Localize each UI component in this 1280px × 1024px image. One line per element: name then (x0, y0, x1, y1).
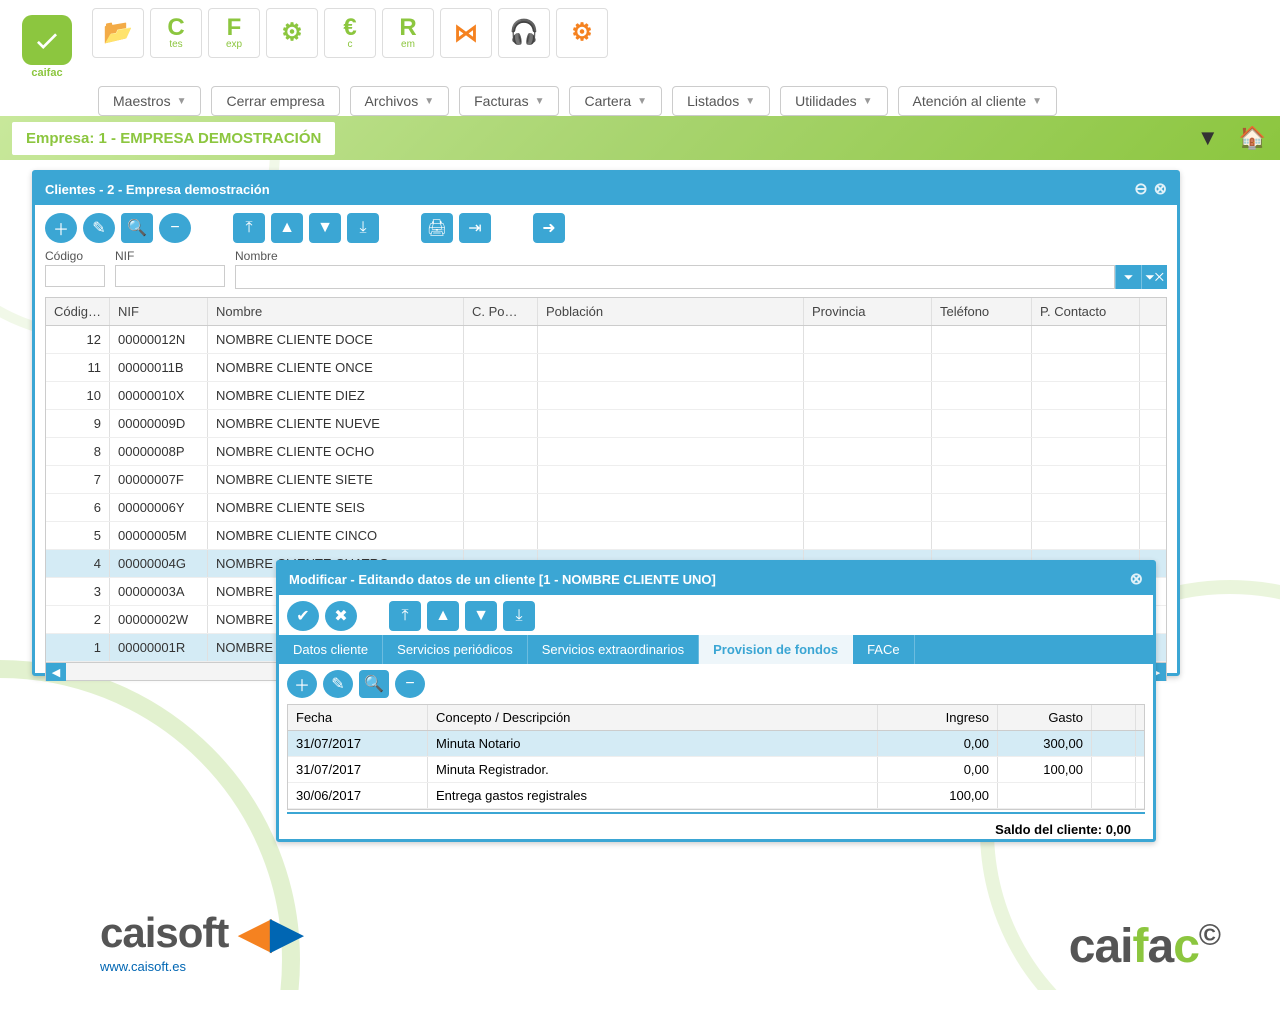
top-icon-7[interactable]: 🎧 (498, 8, 550, 58)
inner-table-row[interactable]: 30/06/2017Entrega gastos registrales100,… (288, 783, 1144, 809)
tab-servicios-extraordinarios[interactable]: Servicios extraordinarios (528, 635, 699, 664)
tab-datos-cliente[interactable]: Datos cliente (279, 635, 383, 664)
col-header[interactable]: Códig… (46, 298, 110, 325)
top-icon-2[interactable]: Fexp (208, 8, 260, 58)
top-icon-4[interactable]: €c (324, 8, 376, 58)
table-row[interactable]: 1000000010XNOMBRE CLIENTE DIEZ (46, 382, 1166, 410)
top-icon-1[interactable]: Ctes (150, 8, 202, 58)
menu-utilidades[interactable]: Utilidades▼ (780, 86, 887, 116)
window-title: Clientes - 2 - Empresa demostración (45, 182, 270, 197)
top-icon-6[interactable]: ⋈ (440, 8, 492, 58)
inner-col-header[interactable]: Fecha (288, 705, 428, 730)
codigo-input[interactable] (45, 265, 105, 287)
home-icon[interactable]: 🏠 (1239, 125, 1266, 151)
col-header[interactable]: P. Contacto (1032, 298, 1140, 325)
menu-cartera[interactable]: Cartera▼ (569, 86, 662, 116)
inner-col-header[interactable]: Gasto (998, 705, 1092, 730)
top-icon-0[interactable]: 📂 (92, 8, 144, 58)
search-button[interactable]: 🔍 (121, 213, 153, 243)
modal-search-button[interactable]: 🔍 (359, 670, 389, 698)
add-button[interactable]: ＋ (45, 213, 77, 243)
confirm-button[interactable]: ✔ (287, 601, 319, 631)
col-header[interactable]: Población (538, 298, 804, 325)
dropdown-icon[interactable]: ▼ (1197, 125, 1219, 151)
modal-last-button[interactable]: ⤓ (503, 601, 535, 631)
menu-cerrar-empresa[interactable]: Cerrar empresa (211, 86, 339, 116)
print-button[interactable]: 🖨 (421, 213, 453, 243)
last-button[interactable]: ⤓ (347, 213, 379, 243)
inner-col-header[interactable]: Concepto / Descripción (428, 705, 878, 730)
next-button[interactable]: ▼ (309, 213, 341, 243)
clear-filter-button[interactable]: ⏷✕ (1141, 265, 1167, 289)
edit-button[interactable]: ✎ (83, 213, 115, 243)
delete-button[interactable]: − (159, 213, 191, 243)
table-row[interactable]: 500000005MNOMBRE CLIENTE CINCO (46, 522, 1166, 550)
cancel-button[interactable]: ✖ (325, 601, 357, 631)
caisoft-logo: caisoft ◀▶ www.caisoft.es (100, 908, 302, 974)
table-row[interactable]: 700000007FNOMBRE CLIENTE SIETE (46, 466, 1166, 494)
col-header[interactable]: NIF (110, 298, 208, 325)
top-icon-8[interactable]: ⚙ (556, 8, 608, 58)
modal-first-button[interactable]: ⤒ (389, 601, 421, 631)
nombre-input[interactable] (235, 265, 1115, 289)
inner-table-row[interactable]: 31/07/2017Minuta Notario0,00300,00 (288, 731, 1144, 757)
tab-provision-de-fondos[interactable]: Provision de fondos (699, 635, 853, 664)
filter-button[interactable]: ⏷ (1115, 265, 1141, 289)
empresa-label: Empresa: 1 - EMPRESA DEMOSTRACIÓN (12, 122, 335, 155)
prev-button[interactable]: ▲ (271, 213, 303, 243)
modal-title: Modificar - Editando datos de un cliente… (289, 572, 716, 587)
export-excel-button[interactable]: ⇥ (459, 213, 491, 243)
app-logo: caifac (8, 8, 86, 86)
table-row[interactable]: 600000006YNOMBRE CLIENTE SEIS (46, 494, 1166, 522)
menu-atención-al-cliente[interactable]: Atención al cliente▼ (898, 86, 1058, 116)
saldo-label: Saldo del cliente: 0,00 (287, 812, 1145, 845)
modal-prev-button[interactable]: ▲ (427, 601, 459, 631)
menu-archivos[interactable]: Archivos▼ (350, 86, 450, 116)
minimize-icon[interactable]: ⊖ (1134, 179, 1147, 199)
col-header[interactable]: C. Po… (464, 298, 538, 325)
table-row[interactable]: 1200000012NNOMBRE CLIENTE DOCE (46, 326, 1166, 354)
nif-input[interactable] (115, 265, 225, 287)
menu-facturas[interactable]: Facturas▼ (459, 86, 559, 116)
modal-close-icon[interactable]: ⊗ (1130, 569, 1143, 589)
close-icon[interactable]: ⊗ (1154, 179, 1167, 199)
first-button[interactable]: ⤒ (233, 213, 265, 243)
nombre-label: Nombre (235, 249, 1167, 263)
codigo-label: Código (45, 249, 105, 263)
table-row[interactable]: 900000009DNOMBRE CLIENTE NUEVE (46, 410, 1166, 438)
modal-edit-button[interactable]: ✎ (323, 670, 353, 698)
top-icon-3[interactable]: ⚙ (266, 8, 318, 58)
inner-col-header[interactable]: Ingreso (878, 705, 998, 730)
export-button[interactable]: ➜ (533, 213, 565, 243)
nif-label: NIF (115, 249, 225, 263)
table-row[interactable]: 800000008PNOMBRE CLIENTE OCHO (46, 438, 1166, 466)
menu-maestros[interactable]: Maestros▼ (98, 86, 201, 116)
modal-add-button[interactable]: ＋ (287, 670, 317, 698)
top-icon-5[interactable]: Rem (382, 8, 434, 58)
edit-client-window: Modificar - Editando datos de un cliente… (276, 560, 1156, 842)
modal-delete-button[interactable]: − (395, 670, 425, 698)
tab-servicios-periódicos[interactable]: Servicios periódicos (383, 635, 528, 664)
col-header[interactable]: Teléfono (932, 298, 1032, 325)
menu-listados[interactable]: Listados▼ (672, 86, 770, 116)
col-header[interactable]: Provincia (804, 298, 932, 325)
caifac-logo: caifac© (1069, 919, 1220, 974)
tab-face[interactable]: FACe (853, 635, 915, 664)
table-row[interactable]: 1100000011BNOMBRE CLIENTE ONCE (46, 354, 1166, 382)
inner-table-row[interactable]: 31/07/2017Minuta Registrador.0,00100,00 (288, 757, 1144, 783)
col-header[interactable]: Nombre (208, 298, 464, 325)
modal-next-button[interactable]: ▼ (465, 601, 497, 631)
scroll-left-icon[interactable]: ◀ (46, 663, 66, 681)
